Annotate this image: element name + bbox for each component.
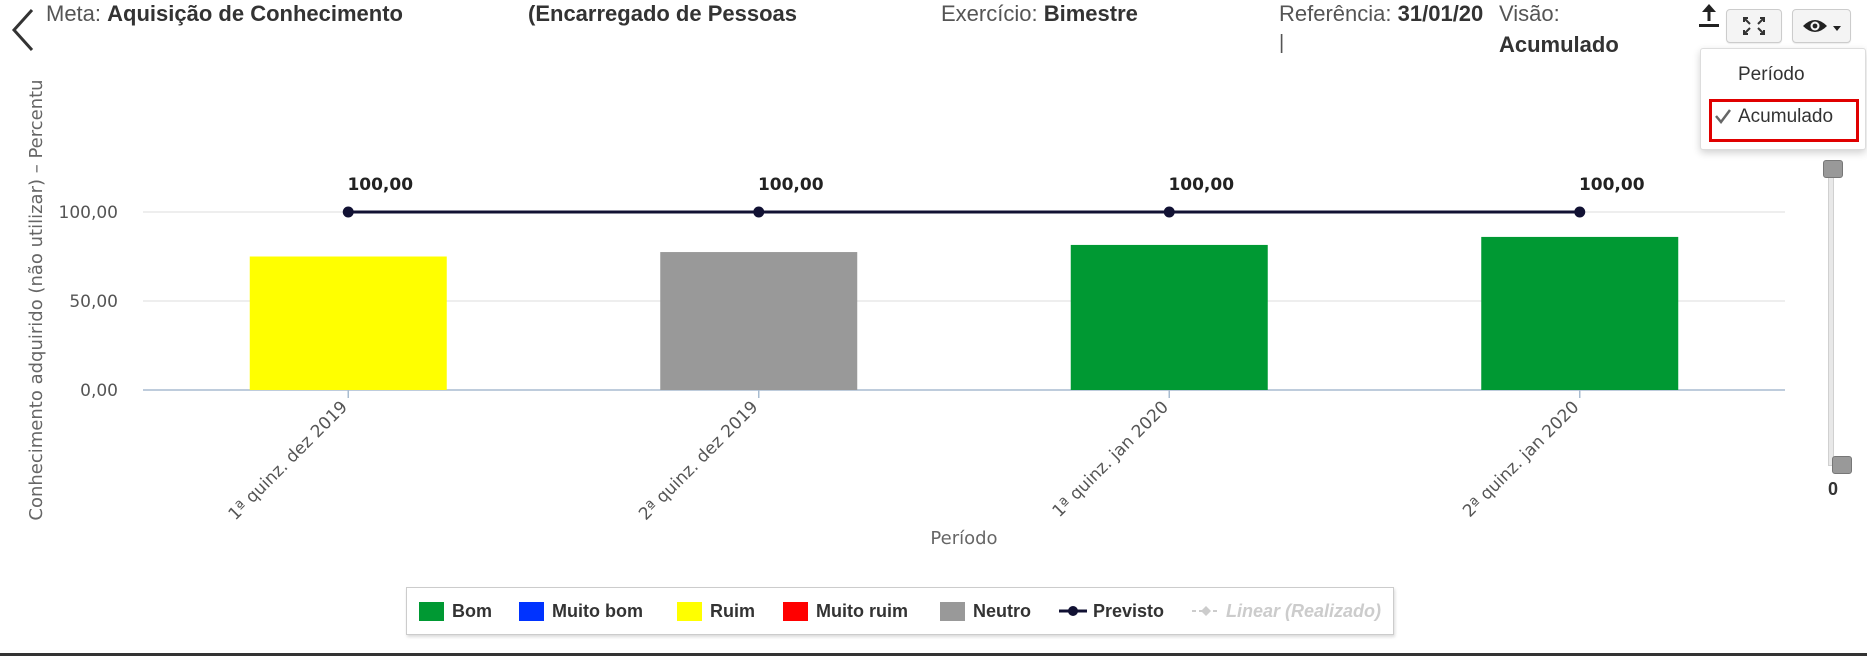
goal-value: Aquisição de Conhecimento (107, 1, 403, 26)
exercise-header: Exercício: Bimestre (941, 1, 1138, 27)
reference-header: Referência: 31/01/20 (1279, 1, 1483, 27)
previsto-point-1 (342, 206, 354, 218)
bar-1 (249, 256, 447, 390)
legend-item-muito-bom[interactable]: Muito bom (519, 588, 643, 634)
data-label: 100,00 (1579, 175, 1645, 195)
legend-swatch (783, 601, 808, 621)
previsto-point-3 (1163, 206, 1175, 218)
scroll-handle-top[interactable] (1823, 160, 1843, 178)
previsto-point-4 (1574, 206, 1586, 218)
data-label: 100,00 (347, 175, 413, 195)
legend-swatch (419, 601, 444, 621)
legend-item-bom[interactable]: Bom (419, 588, 492, 634)
legend-label: Previsto (1093, 600, 1165, 621)
reference-label: Referência: (1279, 1, 1392, 26)
goal-header: Meta: Aquisição de Conhecimento (46, 1, 403, 27)
responsible-value: (Encarregado de Pessoas (528, 1, 798, 26)
legend-line-dot-icon (1059, 606, 1087, 616)
eye-icon (1803, 20, 1841, 32)
view-label: Visão: (1499, 1, 1560, 26)
chart-legend: Bom Muito bom Ruim Muito ruim Neutro Pre… (406, 587, 1394, 635)
y-tick-label: 0,00 (80, 381, 118, 401)
reference-value: 31/01/20 (1397, 1, 1484, 26)
legend-label: Linear (Realizado) (1226, 600, 1382, 621)
legend-swatch (940, 601, 965, 621)
upload-icon[interactable] (1698, 2, 1720, 28)
y-axis-title: Conhecimento adquirido (não utilizar) – … (26, 79, 47, 520)
chart: 0,00 50,00 100,00 1ª quinz. dez 2019 2ª quin… (26, 79, 1785, 549)
scroll-value: 0 (1828, 479, 1839, 499)
x-tick-label: 1ª quinz. dez 2019 (225, 397, 352, 524)
scroll-handle-bottom[interactable] (1832, 456, 1852, 474)
bar-3 (1070, 244, 1268, 390)
legend-item-ruim[interactable]: Ruim (677, 588, 755, 634)
legend-item-neutro[interactable]: Neutro (940, 588, 1031, 634)
legend-label: Ruim (710, 600, 755, 621)
view-value-text: Acumulado (1499, 32, 1619, 57)
legend-label: Bom (452, 600, 492, 621)
back-arrow-icon[interactable] (6, 6, 40, 54)
goal-label: Meta: (46, 1, 102, 26)
legend-item-linear-realizado[interactable]: Linear (Realizado) (1192, 588, 1381, 634)
legend-swatch (677, 601, 702, 621)
expand-icon (1743, 17, 1765, 35)
previsto-point-2 (753, 206, 765, 218)
caret-down-icon (1833, 26, 1841, 31)
x-tick-label: 2ª quinz. dez 2019 (635, 397, 762, 524)
scroll-track (1828, 162, 1834, 466)
legend-item-previsto[interactable]: Previsto (1059, 588, 1164, 634)
legend-label: Muito bom (552, 600, 643, 621)
x-axis-title: Período (930, 528, 997, 549)
legend-label: Muito ruim (816, 600, 908, 621)
y-tick-label: 50,00 (69, 292, 118, 312)
bar-4 (1481, 236, 1679, 390)
exercise-value: Bimestre (1043, 1, 1138, 26)
legend-item-muito-ruim[interactable]: Muito ruim (783, 588, 908, 634)
bar-2 (660, 252, 858, 390)
view-toggle-button[interactable] (1792, 9, 1851, 43)
y-tick-label: 100,00 (59, 203, 118, 223)
legend-line-dot-icon (1192, 606, 1220, 616)
data-label: 100,00 (1168, 175, 1234, 195)
data-label: 100,00 (758, 175, 824, 195)
x-tick-label: 1ª quinz. jan 2020 (1049, 397, 1173, 521)
x-tick-label: 2ª quinz. jan 2020 (1459, 397, 1583, 521)
exercise-label: Exercício: (941, 1, 1038, 26)
legend-label: Neutro (973, 600, 1031, 621)
fullscreen-button[interactable] (1726, 9, 1782, 43)
legend-swatch (519, 601, 544, 621)
responsible-header: (Encarregado de Pessoas (528, 1, 797, 27)
reference-extra: | (1279, 32, 1285, 54)
